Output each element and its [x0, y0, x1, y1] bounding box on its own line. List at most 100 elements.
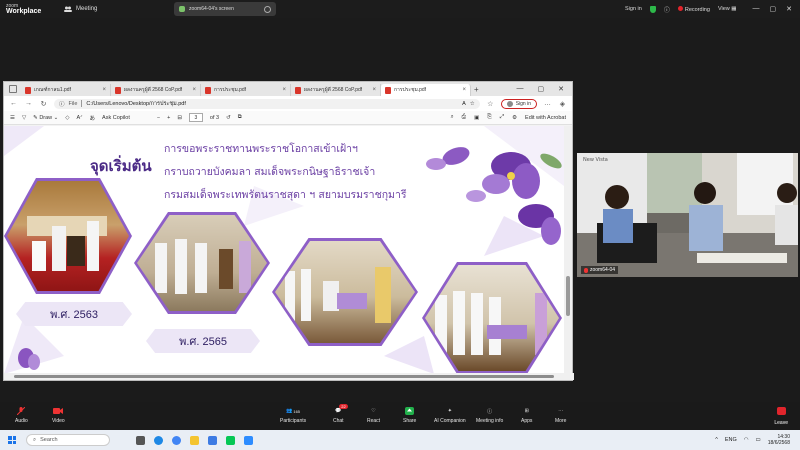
browser-tab[interactable]: เกณฑ์กาลน1.pdf ×	[21, 84, 111, 96]
store-icon[interactable]	[208, 435, 217, 445]
horizontal-scroll-thumb[interactable]	[14, 375, 554, 378]
recording-indicator[interactable]: Recording	[677, 5, 710, 13]
participants-icon: 👥 165	[286, 408, 301, 414]
print-icon[interactable]: ⎙	[462, 114, 466, 121]
leave-button[interactable]: Leave	[774, 407, 788, 426]
shared-screen-tab[interactable]: zoom64-04's screen	[174, 2, 276, 16]
info-icon[interactable]: ⓘ	[664, 5, 670, 14]
task-view-icon[interactable]	[136, 435, 145, 445]
forward-icon[interactable]: →	[24, 100, 33, 107]
chrome-icon[interactable]	[172, 435, 181, 445]
apps-button[interactable]: ⊞ Apps	[521, 407, 532, 424]
zoom-out-icon[interactable]: −	[157, 115, 160, 121]
zoom-sign-in[interactable]: Sign in	[625, 6, 642, 12]
windows-start-icon[interactable]	[8, 436, 16, 444]
save-as-icon[interactable]: ⎘	[487, 114, 491, 121]
language-indicator[interactable]: ENG	[725, 437, 737, 443]
wifi-icon[interactable]: ◠	[744, 437, 749, 443]
close-tab-icon[interactable]: ×	[102, 87, 106, 93]
close-icon[interactable]: ✕	[786, 5, 792, 13]
tab-actions-icon[interactable]	[9, 85, 17, 93]
more-options-icon[interactable]: …	[543, 100, 552, 107]
browser-sign-in-button[interactable]: Sign in	[500, 98, 537, 109]
pdf-vertical-scrollbar[interactable]	[564, 126, 572, 374]
fit-page-icon[interactable]: ⊟	[177, 115, 182, 121]
page-number-input[interactable]: 3	[188, 113, 203, 122]
settings-icon[interactable]: ⚙	[512, 115, 517, 121]
vertical-scroll-thumb[interactable]	[566, 276, 570, 316]
close-tab-icon[interactable]: ×	[282, 87, 286, 93]
browser-tab-active[interactable]: การประชุม.pdf ×	[381, 84, 471, 96]
meeting-info-label: Meeting info	[476, 418, 504, 424]
fullscreen-icon[interactable]: ⤢	[500, 114, 504, 121]
save-icon[interactable]: ▣	[474, 115, 479, 121]
slide-line-3: กรมสมเด็จพระเทพรัตนราชสุดา ฯ สยามบรมราชก…	[164, 189, 407, 201]
more-button[interactable]: ⋯ More	[555, 407, 566, 424]
contents-icon[interactable]: ☰	[10, 115, 15, 121]
zoom-in-icon[interactable]: +	[167, 115, 170, 121]
eraser-icon[interactable]: ◇	[65, 115, 69, 121]
favorite-star-icon[interactable]: ☆	[470, 101, 475, 107]
close-tab-icon[interactable]: ×	[192, 87, 196, 93]
edge-icon[interactable]	[154, 435, 163, 445]
meeting-info-button[interactable]: ⓘ Meeting info	[476, 407, 504, 425]
ask-copilot-label: Ask Copilot	[102, 114, 130, 121]
meeting-icon	[64, 6, 72, 12]
favorites-icon[interactable]: ☆	[486, 100, 495, 108]
participants-button[interactable]: 👥 165 Participants	[280, 407, 306, 424]
page-view-icon[interactable]: ⧉	[238, 114, 242, 121]
rotate-icon[interactable]: ↺	[226, 115, 231, 121]
audio-button[interactable]: Audio	[15, 407, 28, 424]
pdf-page[interactable]: จุดเริ่มต้น การขอพระราชทานพระราชโอกาสเข้…	[4, 126, 566, 374]
search-icon[interactable]: ⌕	[451, 114, 454, 121]
close-tab-icon[interactable]: ×	[372, 87, 376, 93]
text-icon[interactable]: Aᐟ	[77, 115, 83, 121]
read-aloud-icon[interactable]: A	[462, 101, 466, 107]
pdf-toolbar: ☰ ▽ ✎ Draw ⌄ ◇ Aᐟ あ Ask Copilot − + ⊟ 3 …	[4, 111, 572, 125]
apps-label: Apps	[521, 418, 533, 424]
browser-minimize-icon[interactable]: —	[517, 85, 524, 93]
participant-video[interactable]: New Vista zoom64-04	[577, 153, 798, 277]
browser-maximize-icon[interactable]: ▢	[538, 85, 545, 93]
view-menu[interactable]: View ▦	[718, 6, 737, 12]
edit-with-acrobat-button[interactable]: Edit with Acrobat	[525, 115, 566, 121]
maximize-icon[interactable]: ▢	[770, 5, 777, 13]
battery-icon[interactable]: ▭	[756, 437, 761, 443]
close-tab-icon[interactable]: ×	[462, 87, 466, 93]
browser-tab-label: เกณฑ์กาลน1.pdf	[34, 87, 71, 93]
browser-tab-label: การประชุม.pdf	[394, 87, 427, 93]
address-bar-row: ← → ↻ ⓘ File C:/Users/Lenovo/Desktop/การ…	[4, 96, 572, 111]
line-icon[interactable]	[226, 435, 235, 445]
ai-companion-button[interactable]: ✦ AI Companion	[434, 407, 466, 424]
tray-chevron-icon[interactable]: ^	[715, 437, 718, 443]
minimize-icon[interactable]: —	[753, 5, 760, 13]
browser-tab[interactable]: ผลงานครูผู้ดี 2568 CoP.pdf ×	[111, 84, 201, 96]
edit-with-acrobat-label: Edit with Acrobat	[525, 114, 566, 121]
zoom-app-icon[interactable]	[244, 435, 253, 445]
browser-tab[interactable]: การประชุม.pdf ×	[201, 84, 291, 96]
react-button[interactable]: ♡ React	[367, 407, 380, 424]
video-button[interactable]: Video	[52, 407, 65, 424]
meeting-tab[interactable]: Meeting	[64, 6, 97, 12]
browser-close-icon[interactable]: ✕	[558, 85, 564, 93]
file-explorer-icon[interactable]	[190, 435, 199, 445]
new-tab-icon[interactable]: +	[474, 85, 479, 94]
back-icon[interactable]: ←	[9, 100, 18, 107]
filter-icon[interactable]: ▽	[22, 115, 26, 121]
pdf-horizontal-scrollbar[interactable]	[4, 373, 574, 380]
browser-tab-label: ผลงานครูผู้ดี 2568 CoP.pdf	[124, 87, 183, 93]
taskbar-search[interactable]: ⌕ Search	[26, 434, 110, 446]
translate-icon[interactable]: あ	[90, 114, 96, 122]
tab-options-icon[interactable]	[264, 5, 271, 13]
share-icon	[179, 6, 185, 12]
draw-tool[interactable]: ✎ Draw ⌄	[33, 115, 58, 121]
address-bar[interactable]: ⓘ File C:/Users/Lenovo/Desktop/การประชุม…	[54, 98, 480, 109]
chat-button[interactable]: 💬 22 Chat	[333, 404, 348, 424]
browser-tab[interactable]: ผลงานครูผู้ดี 2568 CoP.pdf ×	[291, 84, 381, 96]
refresh-icon[interactable]: ↻	[39, 100, 48, 108]
clock[interactable]: 14:30 18/6/2568	[768, 434, 790, 446]
taskbar-apps	[136, 435, 253, 445]
copilot-icon[interactable]: ◈	[558, 100, 567, 108]
share-button[interactable]: Share	[403, 407, 416, 424]
ask-copilot-button[interactable]: Ask Copilot	[102, 115, 130, 121]
